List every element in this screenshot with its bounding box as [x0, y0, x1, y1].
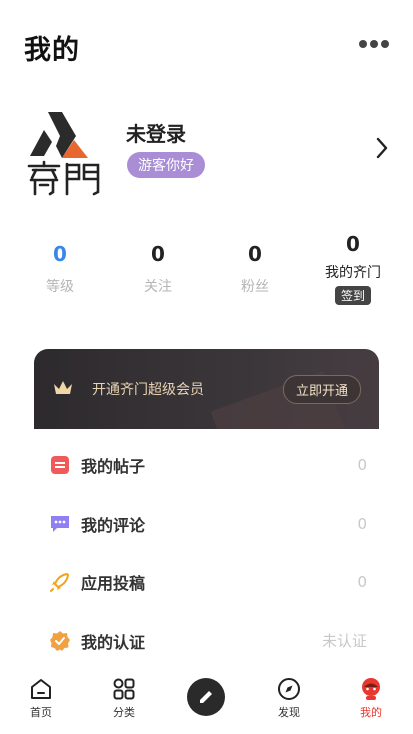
menu-item-submission[interactable]: 应用投稿 0	[34, 553, 379, 612]
stat-label: 我的齐门	[325, 265, 381, 281]
more-options-icon[interactable]	[359, 38, 389, 50]
tab-label: 我的	[360, 706, 382, 719]
menu-value: 0	[357, 456, 367, 475]
profile-icon	[362, 678, 380, 700]
tab-category[interactable]: 分类	[94, 676, 154, 720]
menu-label: 应用投稿	[81, 574, 146, 594]
stat-value: 0	[346, 232, 360, 256]
vip-activate-button[interactable]: 立即开通	[282, 375, 361, 404]
menu-value: 0	[357, 514, 367, 533]
tab-discover[interactable]: 发现	[259, 676, 319, 720]
bottom-tab-bar: 首页 分类 发现 我的	[0, 668, 413, 734]
tab-label: 首页	[30, 706, 52, 719]
stats-row: 0 等级 0 关注 0 粉丝 0 我的齐门 签到	[0, 232, 413, 312]
stat-my-qimen[interactable]: 0 我的齐门 签到	[308, 232, 398, 305]
menu-label: 我的评论	[81, 515, 146, 535]
guest-badge: 游客你好	[127, 152, 205, 178]
tab-label: 发现	[278, 706, 300, 719]
menu-list: 我的帖子 0 我的评论 0 应用投稿 0 我的认证 未认证	[34, 436, 379, 670]
stat-value: 0	[53, 242, 67, 266]
post-icon	[49, 454, 71, 476]
stat-level[interactable]: 0 等级	[15, 242, 105, 296]
menu-label: 我的认证	[81, 632, 146, 652]
create-post-button[interactable]	[187, 678, 225, 716]
tab-home[interactable]: 首页	[11, 676, 71, 720]
stat-value: 0	[248, 242, 262, 266]
stat-value: 0	[151, 242, 165, 266]
header: 我的	[0, 0, 413, 90]
menu-item-comments[interactable]: 我的评论 0	[34, 495, 379, 554]
menu-value: 0	[357, 573, 367, 592]
page-title: 我的	[24, 35, 80, 66]
menu-item-verification[interactable]: 我的认证 未认证	[34, 612, 379, 671]
stat-fans[interactable]: 0 粉丝	[210, 242, 300, 296]
pen-icon	[200, 691, 212, 703]
grid-icon	[113, 678, 135, 700]
stat-label: 粉丝	[241, 279, 269, 295]
menu-value: 未认证	[321, 632, 367, 651]
menu-item-posts[interactable]: 我的帖子 0	[34, 436, 379, 495]
tab-label: 分类	[113, 706, 135, 719]
stat-label: 关注	[144, 279, 172, 295]
chevron-right-icon[interactable]	[375, 136, 389, 160]
app-logo	[27, 112, 100, 196]
crown-icon	[54, 381, 72, 394]
checkin-button[interactable]: 签到	[334, 286, 371, 305]
username: 未登录	[126, 122, 186, 146]
profile-section[interactable]: 未登录 游客你好	[0, 100, 413, 200]
vip-banner[interactable]: 开通齐门超级会员 立即开通	[34, 349, 379, 429]
comment-icon	[49, 513, 71, 535]
stat-label: 等级	[46, 279, 74, 295]
menu-label: 我的帖子	[81, 457, 146, 477]
stat-following[interactable]: 0 关注	[113, 242, 203, 296]
rocket-icon	[49, 571, 71, 593]
home-icon	[31, 679, 51, 699]
compass-icon	[278, 678, 300, 700]
tab-me[interactable]: 我的	[341, 676, 401, 720]
verified-icon	[49, 630, 71, 652]
vip-text: 开通齐门超级会员	[92, 382, 204, 398]
